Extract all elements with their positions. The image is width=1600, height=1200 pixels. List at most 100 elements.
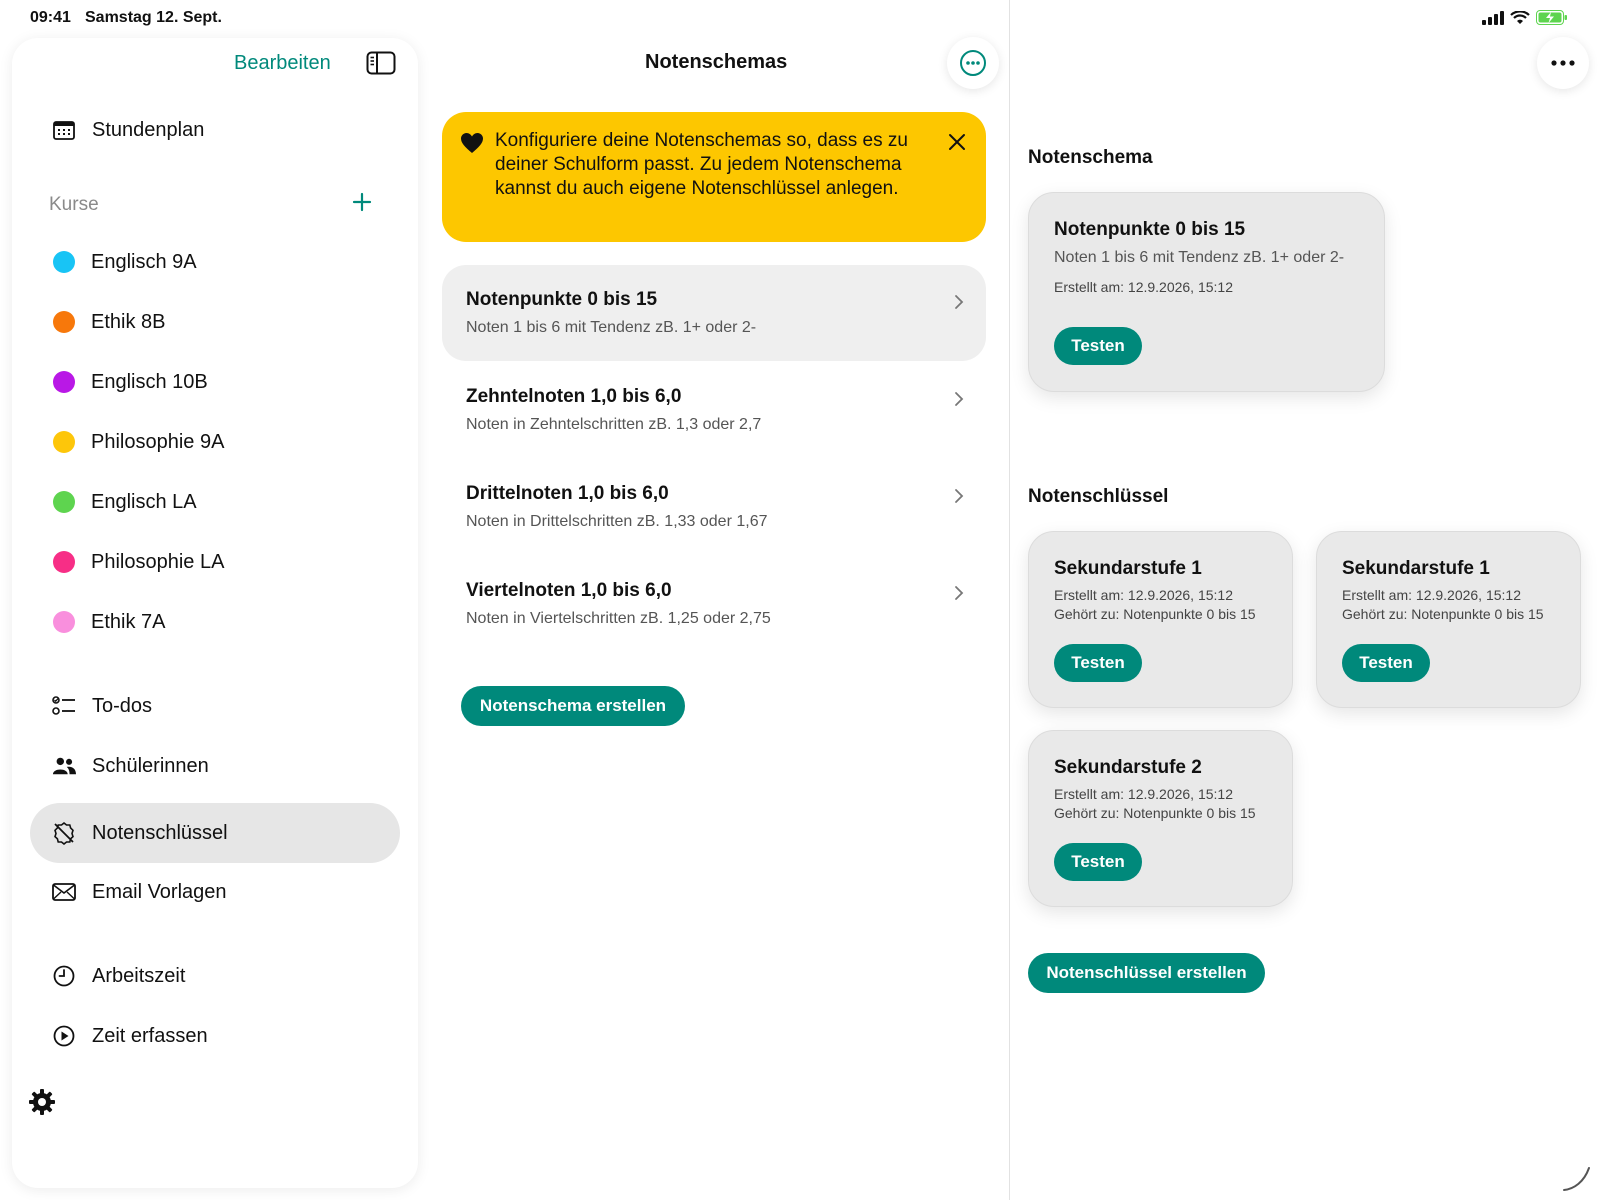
sidebar-item-course[interactable]: Philosophie 9A bbox=[52, 422, 224, 462]
card-title: Sekundarstufe 1 bbox=[1054, 558, 1202, 579]
battery-charging-icon bbox=[1536, 10, 1567, 25]
course-color-dot bbox=[53, 491, 75, 513]
checklist-icon bbox=[52, 694, 76, 718]
course-color-dot bbox=[53, 251, 75, 273]
key-card: Sekundarstufe 1 Erstellt am: 12.9.2026, … bbox=[1028, 531, 1293, 708]
chevron-right-icon bbox=[955, 392, 964, 406]
play-circle-icon bbox=[52, 1024, 76, 1048]
sidebar-item-course[interactable]: Englisch 9A bbox=[52, 242, 197, 282]
schema-title: Notenpunkte 0 bis 15 bbox=[466, 289, 658, 310]
card-created: Erstellt am: 12.9.2026, 15:12 bbox=[1054, 786, 1233, 802]
sidebar-item-label: Arbeitszeit bbox=[92, 964, 186, 987]
chevron-right-icon bbox=[955, 295, 964, 309]
sidebar-item-email-templates[interactable]: Email Vorlagen bbox=[52, 872, 227, 912]
test-button[interactable]: Testen bbox=[1054, 843, 1142, 881]
schema-list-item[interactable]: Notenpunkte 0 bis 15 Noten 1 bis 6 mit T… bbox=[442, 265, 986, 361]
schema-list-item[interactable]: Zehntelnoten 1,0 bis 6,0 Noten in Zehnte… bbox=[442, 362, 986, 458]
people-icon bbox=[52, 754, 76, 778]
more-options-button[interactable] bbox=[947, 37, 999, 89]
course-color-dot bbox=[53, 371, 75, 393]
schema-subtitle: Noten in Drittelschritten zB. 1,33 oder … bbox=[466, 513, 768, 530]
card-title: Notenpunkte 0 bis 15 bbox=[1054, 219, 1246, 240]
sidebar-item-label: Philosophie 9A bbox=[91, 430, 225, 453]
sidebar-item-course[interactable]: Ethik 8B bbox=[52, 302, 165, 342]
sidebar-toggle-icon[interactable] bbox=[366, 51, 396, 75]
sidebar-item-label: Schülerinnen bbox=[92, 754, 209, 777]
test-button[interactable]: Testen bbox=[1342, 644, 1430, 682]
status-date: Samstag 12. Sept. bbox=[85, 9, 222, 26]
schema-list-item[interactable]: Drittelnoten 1,0 bis 6,0 Noten in Dritte… bbox=[442, 459, 986, 555]
resize-handle-icon[interactable] bbox=[1562, 1164, 1592, 1192]
sidebar: Bearbeiten Stundenplan Kurse Englisch 9A bbox=[12, 38, 418, 1188]
card-created: Erstellt am: 12.9.2026, 15:12 bbox=[1054, 587, 1233, 603]
sidebar-item-label: To-dos bbox=[92, 694, 153, 717]
sidebar-item-course[interactable]: Philosophie LA bbox=[52, 542, 224, 582]
courses-section-header: Kurse bbox=[49, 194, 99, 215]
card-belongs-to: Gehört zu: Notenpunkte 0 bis 15 bbox=[1342, 606, 1544, 622]
schema-subtitle: Noten in Viertelschritten zB. 1,25 oder … bbox=[466, 610, 771, 627]
course-color-dot bbox=[53, 311, 75, 333]
sidebar-item-label: Zeit erfassen bbox=[92, 1024, 208, 1047]
course-color-dot bbox=[53, 611, 75, 633]
sidebar-item-label: Email Vorlagen bbox=[92, 880, 227, 903]
sidebar-item-label: Philosophie LA bbox=[91, 550, 225, 573]
edit-button[interactable]: Bearbeiten bbox=[234, 52, 331, 75]
sidebar-item-label: Ethik 7A bbox=[91, 610, 166, 633]
page-title: Notenschemas bbox=[645, 51, 788, 73]
ellipsis-circle-icon bbox=[960, 50, 986, 76]
clock-icon bbox=[52, 964, 76, 988]
sidebar-item-label: Ethik 8B bbox=[91, 310, 166, 333]
create-key-button[interactable]: Notenschlüssel erstellen bbox=[1028, 953, 1265, 993]
schema-card: Notenpunkte 0 bis 15 Noten 1 bis 6 mit T… bbox=[1028, 192, 1385, 392]
schema-subtitle: Noten in Zehntelschritten zB. 1,3 oder 2… bbox=[466, 416, 762, 433]
keys-section-heading: Notenschlüssel bbox=[1028, 486, 1169, 507]
chevron-right-icon bbox=[955, 586, 964, 600]
sidebar-item-grading-keys[interactable]: Notenschlüssel bbox=[52, 813, 228, 853]
sidebar-item-course[interactable]: Englisch LA bbox=[52, 482, 197, 522]
sidebar-item-label: Englisch LA bbox=[91, 490, 197, 513]
sidebar-item-course[interactable]: Ethik 7A bbox=[52, 602, 165, 642]
card-title: Sekundarstufe 1 bbox=[1342, 558, 1490, 579]
sidebar-item-todos[interactable]: To-dos bbox=[52, 686, 152, 726]
create-schema-button[interactable]: Notenschema erstellen bbox=[461, 686, 685, 726]
sidebar-item-work-time[interactable]: Arbeitszeit bbox=[52, 956, 185, 996]
card-subtitle: Noten 1 bis 6 mit Tendenz zB. 1+ oder 2- bbox=[1054, 249, 1345, 266]
detail-more-button[interactable] bbox=[1537, 37, 1589, 89]
course-color-dot bbox=[53, 431, 75, 453]
info-banner: Konfiguriere deine Notenschemas so, dass… bbox=[442, 112, 986, 242]
sidebar-item-students[interactable]: Schülerinnen bbox=[52, 746, 209, 786]
card-created: Erstellt am: 12.9.2026, 15:12 bbox=[1054, 279, 1233, 295]
sidebar-item-label: Notenschlüssel bbox=[92, 821, 228, 844]
key-card: Sekundarstufe 2 Erstellt am: 12.9.2026, … bbox=[1028, 730, 1293, 907]
chevron-right-icon bbox=[955, 489, 964, 503]
add-course-icon[interactable] bbox=[350, 190, 374, 214]
gear-icon[interactable] bbox=[28, 1088, 56, 1116]
sidebar-item-track-time[interactable]: Zeit erfassen bbox=[52, 1016, 208, 1056]
ellipsis-icon bbox=[1551, 60, 1575, 66]
schema-subtitle: Noten 1 bis 6 mit Tendenz zB. 1+ oder 2- bbox=[466, 319, 757, 336]
key-card: Sekundarstufe 1 Erstellt am: 12.9.2026, … bbox=[1316, 531, 1581, 708]
pane-divider bbox=[1009, 0, 1010, 1200]
card-belongs-to: Gehört zu: Notenpunkte 0 bis 15 bbox=[1054, 805, 1256, 821]
sidebar-item-course[interactable]: Englisch 10B bbox=[52, 362, 208, 402]
card-created: Erstellt am: 12.9.2026, 15:12 bbox=[1342, 587, 1521, 603]
close-icon[interactable] bbox=[947, 132, 967, 152]
schema-list-item[interactable]: Viertelnoten 1,0 bis 6,0 Noten in Vierte… bbox=[442, 556, 986, 652]
wifi-icon bbox=[1510, 10, 1530, 24]
sidebar-item-label: Englisch 10B bbox=[91, 370, 208, 393]
test-button[interactable]: Testen bbox=[1054, 327, 1142, 365]
calendar-icon bbox=[52, 118, 76, 142]
schema-section-heading: Notenschema bbox=[1028, 147, 1153, 168]
banner-text: Konfiguriere deine Notenschemas so, dass… bbox=[495, 130, 908, 199]
heart-icon bbox=[461, 133, 483, 153]
sidebar-item-stundenplan[interactable]: Stundenplan bbox=[52, 110, 204, 150]
signal-icon bbox=[1482, 10, 1504, 25]
schema-title: Drittelnoten 1,0 bis 6,0 bbox=[466, 483, 669, 504]
card-title: Sekundarstufe 2 bbox=[1054, 757, 1202, 778]
status-time: 09:41 bbox=[30, 9, 71, 26]
sidebar-item-label: Stundenplan bbox=[92, 118, 205, 141]
test-button[interactable]: Testen bbox=[1054, 644, 1142, 682]
status-icons bbox=[1482, 10, 1568, 25]
schema-title: Zehntelnoten 1,0 bis 6,0 bbox=[466, 386, 682, 407]
schema-title: Viertelnoten 1,0 bis 6,0 bbox=[466, 580, 672, 601]
